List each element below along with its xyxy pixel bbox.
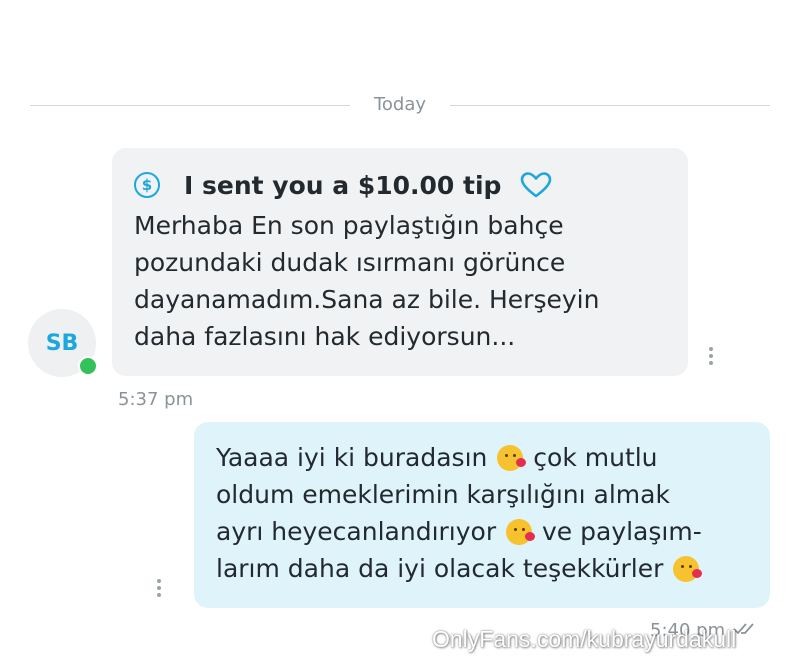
- double-check-icon: [733, 623, 754, 635]
- outgoing-message-line: Yaaaa iyi ki buradasın çok mutlu: [216, 439, 748, 476]
- outgoing-message-line: larım daha da iyi olacak teşekkürler: [216, 550, 748, 587]
- heart-icon: [521, 172, 552, 198]
- incoming-message-bubble[interactable]: $ I sent you a $10.00 tip Merhaba En son…: [112, 148, 688, 376]
- divider-line-left: [30, 105, 350, 106]
- avatar-initials: SB: [45, 330, 79, 356]
- tip-label: I sent you a $10.00 tip: [184, 170, 502, 200]
- outgoing-text-segment: oldum emeklerimin karşılığını almak: [216, 480, 670, 509]
- kiss-emoji-icon: [497, 445, 527, 471]
- outgoing-text-segment: çok mutlu: [525, 443, 658, 472]
- tip-row: $ I sent you a $10.00 tip: [134, 168, 666, 202]
- outgoing-text-segment: ayrı heyecanlandırıyor: [216, 517, 505, 546]
- incoming-more-options-icon[interactable]: [708, 347, 714, 365]
- divider-line-right: [450, 105, 770, 106]
- incoming-timestamp: 5:37 pm: [118, 389, 194, 410]
- outgoing-message-line: ayrı heyecanlandırıyor ve paylaşım-: [216, 513, 748, 550]
- kiss-emoji-icon: [506, 519, 536, 545]
- outgoing-text-segment: larım daha da iyi olacak teşekkürler: [216, 554, 672, 583]
- dollar-circle-icon: $: [134, 172, 160, 198]
- incoming-message-text: Merhaba En son paylaştığın bahçe pozunda…: [134, 211, 600, 351]
- outgoing-text-segment: Yaaaa iyi ki buradasın: [216, 443, 496, 472]
- outgoing-more-options-icon[interactable]: [156, 579, 162, 597]
- outgoing-message-line: oldum emeklerimin karşılığını almak: [216, 476, 748, 513]
- kiss-emoji-icon: [673, 556, 703, 582]
- outgoing-message-bubble[interactable]: Yaaaa iyi ki buradasın çok mutlu oldum em…: [194, 422, 770, 608]
- online-status-dot: [78, 356, 98, 376]
- date-label: Today: [373, 94, 427, 115]
- outgoing-message-text: Yaaaa iyi ki buradasın çok mutlu oldum em…: [216, 439, 748, 587]
- outgoing-text-segment: ve paylaşım-: [534, 517, 702, 546]
- watermark: OnlyFans.com/kubrayurdakull: [432, 626, 737, 652]
